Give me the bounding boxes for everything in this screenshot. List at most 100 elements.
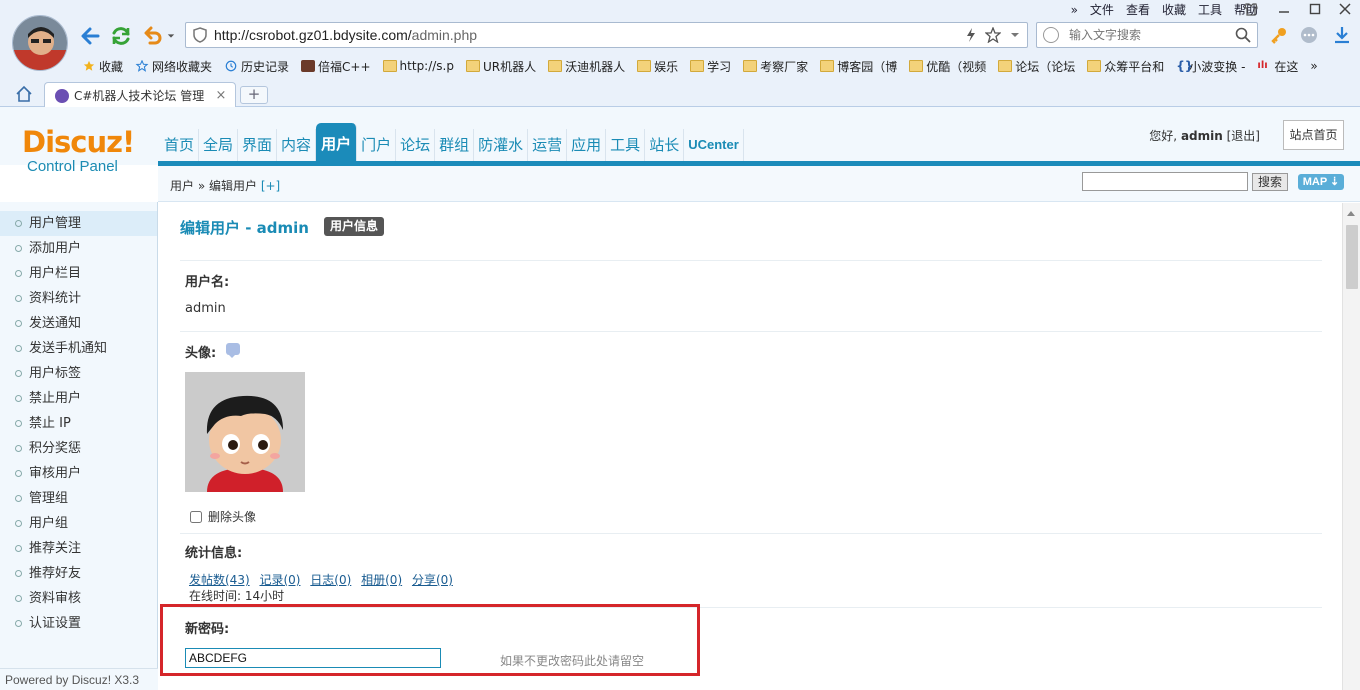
sidebar-item-user-management[interactable]: 用户管理 [0, 211, 157, 236]
bookmark-http-sp[interactable]: http://s.p [379, 56, 458, 76]
bookmark-crowdfunding[interactable]: 众筹平台和 [1083, 56, 1168, 76]
bookmark-web-favorites[interactable]: 网络收藏夹 [131, 56, 216, 76]
blogs-link[interactable]: 日志(0) [310, 573, 351, 587]
discuz-logo[interactable]: Discuz! Control Panel [22, 127, 142, 175]
sidebar-item-credits[interactable]: 积分奖惩 [0, 436, 157, 461]
avatar-label: 头像: [185, 346, 217, 361]
nav-portal[interactable]: 门户 [357, 129, 397, 161]
bookmark-woody-robot[interactable]: 沃迪机器人 [544, 56, 629, 76]
star-icon[interactable] [985, 27, 1001, 43]
records-link[interactable]: 记录(0) [259, 573, 300, 587]
back-button[interactable] [78, 24, 102, 48]
nav-groups[interactable]: 群组 [435, 129, 475, 161]
add-shortcut-link[interactable]: [+] [261, 179, 280, 193]
tab-close-button[interactable]: × [213, 88, 229, 103]
posts-count-link[interactable]: 发帖数(43) [189, 573, 250, 587]
tab-active[interactable]: C#机器人技术论坛 管理 × [44, 82, 236, 108]
menu-more[interactable]: » [1065, 2, 1084, 20]
sidebar-item-ban-user[interactable]: 禁止用户 [0, 386, 157, 411]
sidebar-item-verification[interactable]: 认证设置 [0, 611, 157, 636]
albums-link[interactable]: 相册(0) [361, 573, 402, 587]
sidebar-item-user-groups[interactable]: 用户组 [0, 511, 157, 536]
bookmark-forum[interactable]: 论坛（论坛 [994, 56, 1079, 76]
nav-interface[interactable]: 界面 [238, 129, 278, 161]
user-info-tab[interactable]: 用户信息 [324, 217, 385, 236]
home-icon[interactable] [14, 84, 34, 104]
delete-avatar-option[interactable]: 删除头像 [190, 508, 256, 525]
search-icon[interactable] [1235, 27, 1251, 43]
browser-search-input[interactable] [1069, 26, 1229, 44]
bookmark-cnblogs[interactable]: 博客园（博 [816, 56, 901, 76]
sidebar-item-ban-ip[interactable]: 禁止 IP [0, 411, 157, 436]
bookmark-favorites[interactable]: 收藏 [78, 56, 127, 76]
menu-favorites[interactable]: 收藏 [1156, 2, 1192, 20]
menu-view[interactable]: 查看 [1120, 2, 1156, 20]
nav-users[interactable]: 用户 [316, 123, 358, 161]
bookmark-vendors[interactable]: 考察厂家 [739, 56, 812, 76]
sidebar-item-admin-groups[interactable]: 管理组 [0, 486, 157, 511]
close-icon[interactable] [1339, 3, 1351, 15]
nav-ucenter[interactable]: UCenter [684, 129, 744, 161]
undo-close-button[interactable] [141, 24, 165, 48]
bookmark-zaizhe[interactable]: ılı 在这 [1253, 56, 1302, 76]
sidebar-item-profile-review[interactable]: 资料审核 [0, 586, 157, 611]
delete-avatar-checkbox[interactable] [190, 510, 202, 523]
nav-content[interactable]: 内容 [277, 129, 317, 161]
admin-search-input[interactable] [1082, 172, 1248, 191]
address-bar[interactable]: http://csrobot.gz01.bdysite.com/admin.ph… [185, 22, 1028, 48]
sidebar-item-send-notice[interactable]: 发送通知 [0, 311, 157, 336]
chevron-down-icon[interactable] [1010, 27, 1020, 43]
new-password-input[interactable] [185, 648, 441, 668]
nav-global[interactable]: 全局 [199, 129, 239, 161]
sidebar-item-recommend-friends[interactable]: 推荐好友 [0, 561, 157, 586]
undo-dropdown[interactable] [165, 24, 177, 48]
sidebar-item-user-fields[interactable]: 用户栏目 [0, 261, 157, 286]
menu-file[interactable]: 文件 [1084, 2, 1120, 20]
key-icon[interactable] [1270, 26, 1288, 44]
help-bubble-icon[interactable] [226, 343, 240, 358]
minimize-icon[interactable] [1278, 3, 1290, 15]
bookmark-study[interactable]: 学习 [686, 56, 735, 76]
download-icon[interactable] [1333, 26, 1351, 44]
sidebar-item-recommend-follow[interactable]: 推荐关注 [0, 536, 157, 561]
nav-tools[interactable]: 工具 [606, 129, 646, 161]
admin-search-button[interactable]: 搜索 [1252, 173, 1288, 191]
sidebar-item-add-user[interactable]: 添加用户 [0, 236, 157, 261]
nav-home[interactable]: 首页 [160, 129, 200, 161]
bookmark-entertainment[interactable]: 娱乐 [633, 56, 682, 76]
shares-link[interactable]: 分享(0) [412, 573, 453, 587]
bookmark-wavelet[interactable]: {} 小波变换 - [1172, 56, 1249, 76]
username-value: admin [185, 301, 226, 316]
site-home-button[interactable]: 站点首页 [1283, 120, 1344, 150]
nav-apps[interactable]: 应用 [567, 129, 607, 161]
skin-icon[interactable] [1244, 3, 1258, 16]
sidebar-item-send-sms[interactable]: 发送手机通知 [0, 336, 157, 361]
scroll-up-arrow-icon[interactable] [1347, 211, 1355, 216]
sidebar-item-user-tags[interactable]: 用户标签 [0, 361, 157, 386]
bookmark-beckhoff[interactable]: 倍福C++ [297, 56, 375, 76]
logout-link[interactable]: [退出] [1227, 129, 1260, 143]
nav-forum[interactable]: 论坛 [396, 129, 436, 161]
sidebar-item-moderate-users[interactable]: 审核用户 [0, 461, 157, 486]
restore-icon[interactable] [1309, 3, 1321, 15]
new-tab-button[interactable]: + [240, 86, 268, 104]
nav-antispam[interactable]: 防灌水 [474, 129, 529, 161]
bookmark-history[interactable]: 历史记录 [220, 56, 293, 76]
browser-menu: » 文件 查看 收藏 工具 帮助 [1065, 2, 1264, 20]
lightning-icon[interactable] [963, 27, 979, 43]
user-avatar[interactable] [12, 15, 68, 71]
bookmark-more[interactable]: » [1306, 56, 1321, 76]
more-options-icon[interactable] [1300, 26, 1318, 44]
refresh-button[interactable] [109, 24, 133, 48]
nav-founder[interactable]: 站长 [645, 129, 685, 161]
menu-tools[interactable]: 工具 [1192, 2, 1228, 20]
map-button[interactable]: MAP ⇣ [1298, 174, 1344, 190]
scroll-thumb[interactable] [1346, 225, 1358, 289]
nav-operations[interactable]: 运营 [528, 129, 568, 161]
bookmark-youku[interactable]: 优酷（视频 [905, 56, 990, 76]
sidebar-item-profile-stats[interactable]: 资料统计 [0, 286, 157, 311]
search-engine-icon[interactable] [1043, 27, 1059, 43]
vertical-scrollbar[interactable] [1342, 203, 1360, 690]
shield-icon [193, 27, 207, 43]
bookmark-ur-robot[interactable]: UR机器人 [462, 56, 540, 76]
